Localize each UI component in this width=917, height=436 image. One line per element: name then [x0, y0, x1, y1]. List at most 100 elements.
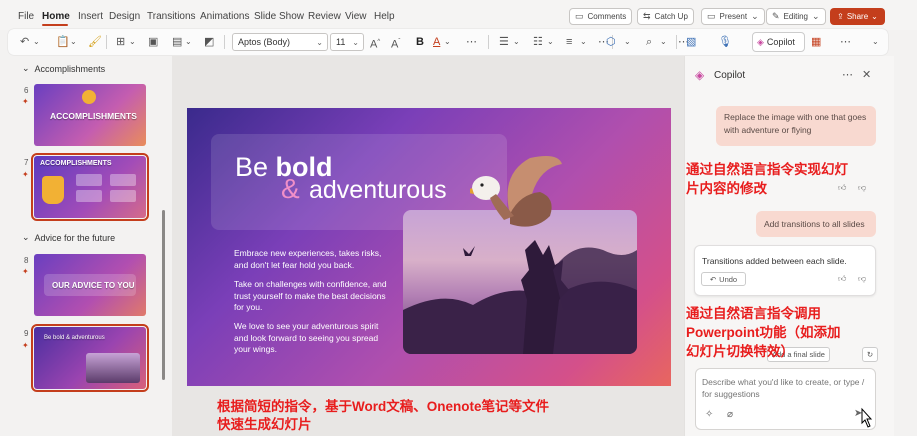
current-slide[interactable]: Be bold & adventurous Embrace new experi… — [187, 108, 671, 386]
bullets-icon[interactable]: ☰ — [499, 35, 509, 49]
close-icon[interactable]: ✕ — [862, 68, 871, 81]
sparkle-prompt-icon[interactable]: ✧ — [705, 409, 713, 420]
active-tab-indicator — [42, 24, 68, 26]
menu-review[interactable]: Review — [308, 11, 341, 22]
copilot-response-card — [694, 245, 876, 296]
font-size-select[interactable]: 11 ⌄ — [330, 33, 364, 51]
thumbs-up-icon[interactable]: 👍︎ — [838, 274, 846, 284]
reuse-slides-icon[interactable]: ▣ — [148, 35, 158, 49]
annotation-line: 幻灯片切换特效） — [686, 344, 794, 359]
title-plain-text: Be — [235, 152, 276, 182]
comments-button[interactable]: ▭ Comments — [569, 8, 633, 25]
menu-design[interactable]: Design — [109, 11, 140, 22]
copilot-ribbon-button[interactable]: ◈ Copilot — [752, 32, 805, 52]
menu-insert[interactable]: Insert — [78, 11, 103, 22]
section-header-accomplishments[interactable]: ⌄ Accomplishments — [22, 63, 105, 74]
slide-paragraph-2: Take on challenges with confidence, and … — [234, 279, 387, 312]
chevron-down-icon[interactable]: ⌄ — [70, 35, 77, 49]
slide-paragraph-1: Embrace new experiences, takes risks, an… — [234, 248, 382, 270]
menu-bar: File Home Insert Design Transitions Anim… — [0, 0, 917, 30]
chevron-down-icon[interactable]: ⌄ — [547, 35, 554, 49]
catchup-button[interactable]: ⇆ Catch Up — [637, 8, 694, 25]
new-slide-icon[interactable]: ⊞ — [116, 35, 125, 49]
user-message-1: Replace the image with one that goes wit… — [716, 106, 876, 146]
chevron-down-icon[interactable]: ⌄ — [580, 35, 587, 49]
present-icon: ▭ — [707, 11, 716, 21]
copilot-response-text: Transitions added between each slide. — [702, 256, 847, 266]
menu-slideshow[interactable]: Slide Show — [254, 11, 304, 22]
chevron-down-icon: ⌄ — [22, 232, 30, 242]
chevron-down-icon[interactable]: ⌄ — [513, 35, 520, 49]
chevron-down-icon[interactable]: ⌄ — [129, 35, 136, 49]
refresh-suggestions-button[interactable]: ↻ — [862, 347, 878, 362]
chevron-down-icon[interactable]: ⌄ — [33, 35, 40, 49]
slide-thumbnail-9[interactable]: Be bold & adventurous — [31, 324, 149, 392]
add-in-icon[interactable]: ▦ — [811, 35, 821, 49]
chevron-down-icon: ⌄ — [316, 37, 323, 47]
layout-icon[interactable]: ▤ — [172, 35, 182, 49]
decrease-font-icon[interactable]: Aˇ — [391, 35, 400, 52]
undo-icon: ↶ — [709, 274, 717, 284]
catchup-label: Catch Up — [654, 12, 688, 21]
chevron-down-icon[interactable]: ⌄ — [185, 35, 192, 49]
search-icon[interactable]: ⌕ — [646, 35, 652, 49]
annotation-generate-slides: 根据简短的指令，基于Word文稿、Onenote笔记等文件 快速生成幻灯片 — [217, 398, 549, 434]
chevron-down-icon[interactable]: ⌄ — [872, 35, 879, 49]
font-name-select[interactable]: Aptos (Body) ⌄ — [232, 33, 328, 51]
more-font-icon[interactable]: ⋯ — [466, 35, 477, 49]
attach-icon[interactable]: ⌀ — [727, 409, 733, 420]
sparkle-icon: ✦ — [22, 170, 29, 179]
slide-number: 6 — [24, 86, 29, 95]
undo-icon[interactable]: ↶ — [20, 35, 29, 49]
menu-file[interactable]: File — [18, 11, 34, 22]
annotation-line: Powerpoint功能（如添加 — [686, 325, 841, 340]
thumbs-down-icon[interactable]: 👎︎ — [858, 183, 866, 193]
menu-view[interactable]: View — [345, 11, 367, 22]
undo-label: Undo — [719, 274, 738, 284]
copilot-input-box: ✧ ⌀ ➤ — [695, 368, 876, 430]
font-name-value: Aptos (Body) — [238, 37, 291, 47]
menu-help[interactable]: Help — [374, 11, 395, 22]
slide-thumbnail-7[interactable]: ACCOMPLISHMENTS — [31, 153, 149, 221]
align-icon[interactable]: ≡ — [566, 35, 572, 49]
thumbs-down-icon[interactable]: 👎︎ — [858, 274, 866, 284]
sparkle-icon: ✦ — [22, 341, 29, 350]
thumbnail-photo — [86, 353, 140, 383]
more-options-icon[interactable]: ⋯ — [842, 68, 853, 81]
format-painter-icon[interactable]: 🖌 — [88, 35, 102, 49]
comments-label: Comments — [587, 12, 627, 21]
chevron-down-icon[interactable]: ⌄ — [624, 35, 631, 49]
thumbnail-title: Be bold & adventurous — [44, 335, 105, 341]
font-color-icon[interactable]: A — [433, 35, 440, 49]
shapes-icon[interactable]: ⬡ — [606, 35, 616, 49]
annotation-call-features: 通过自然语言指令调用 Powerpoint功能（如添加 幻灯片切换特效） — [686, 304, 841, 361]
editing-button[interactable]: ✎ Editing ⌄ — [766, 8, 826, 25]
slide-thumbnail-8[interactable]: OUR ADVICE TO YOU — [34, 254, 146, 316]
numbering-icon[interactable]: ☷ — [533, 35, 543, 49]
copilot-prompt-input[interactable] — [702, 376, 870, 404]
section-label: Accomplishments — [34, 63, 106, 74]
menu-transitions[interactable]: Transitions — [147, 11, 196, 22]
bold-icon[interactable]: B — [416, 35, 424, 49]
increase-font-icon[interactable]: A^ — [370, 35, 380, 52]
more-options-icon[interactable]: ⋯ — [840, 35, 851, 49]
menu-home[interactable]: Home — [42, 11, 70, 22]
designer-icon[interactable]: ▧ — [686, 35, 696, 49]
slide-thumbnail-6[interactable]: ACCOMPLISHMENTS — [34, 84, 146, 146]
picture-icon[interactable]: ◩ — [204, 35, 214, 49]
menu-animations[interactable]: Animations — [200, 11, 249, 22]
thumbnail-title: ACCOMPLISHMENTS — [40, 160, 112, 167]
dictate-icon[interactable]: 🎙 — [718, 35, 732, 49]
thumbnail-scrollbar[interactable] — [162, 210, 165, 380]
paste-icon[interactable]: 📋 — [56, 35, 70, 49]
annotation-modify-content: 通过自然语言指令实现幻灯 片内容的修改 — [686, 160, 848, 198]
chevron-down-icon[interactable]: ⌄ — [444, 35, 451, 49]
font-size-value: 11 — [336, 37, 346, 47]
present-button[interactable]: ▭ Present ⌄ — [701, 8, 765, 25]
section-label: Advice for the future — [34, 232, 116, 243]
section-header-advice[interactable]: ⌄ Advice for the future — [22, 232, 115, 243]
chevron-down-icon[interactable]: ⌄ — [660, 35, 667, 49]
undo-button[interactable]: ↶ Undo — [701, 272, 746, 286]
share-button[interactable]: ⇪ Share ⌄ — [830, 8, 885, 25]
thumbnail-content — [76, 190, 102, 202]
